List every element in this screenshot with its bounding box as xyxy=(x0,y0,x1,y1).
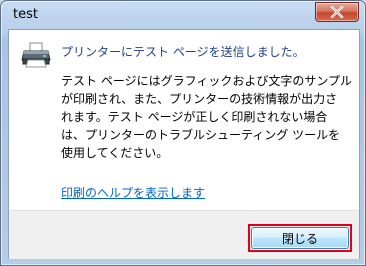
message-heading: プリンターにテスト ページを送信しました。 xyxy=(61,45,305,59)
body-line: れます。テスト ページが正しく印刷されない場合 xyxy=(61,110,328,124)
dialog-window: test プリンターにテスト ページを送信しました。 テスト ページにはグラフィ… xyxy=(0,0,366,266)
message-body: テスト ページにはグラフィックおよび文字のサンプル が印刷され、また、プリンター… xyxy=(61,72,353,162)
window-title: test xyxy=(13,7,38,22)
body-line: が印刷され、また、プリンターの技術情報が出力さ xyxy=(61,92,338,106)
title-bar[interactable]: test xyxy=(1,1,365,29)
print-help-link[interactable]: 印刷のヘルプを表示します xyxy=(61,184,205,201)
close-icon xyxy=(330,6,344,18)
close-button[interactable]: 閉じる xyxy=(251,227,349,249)
printer-icon xyxy=(21,42,51,68)
dialog-client: プリンターにテスト ページを送信しました。 テスト ページにはグラフィックおよび… xyxy=(8,29,360,259)
body-line: テスト ページにはグラフィックおよび文字のサンプル xyxy=(61,74,352,88)
body-line: は、プリンターのトラブルシューティング ツールを xyxy=(61,128,341,142)
body-line: 使用してください。 xyxy=(61,146,169,160)
title-close-button[interactable] xyxy=(315,2,359,22)
message-area: プリンターにテスト ページを送信しました。 テスト ページにはグラフィックおよび… xyxy=(9,30,359,210)
button-bar: 閉じる xyxy=(9,210,359,259)
